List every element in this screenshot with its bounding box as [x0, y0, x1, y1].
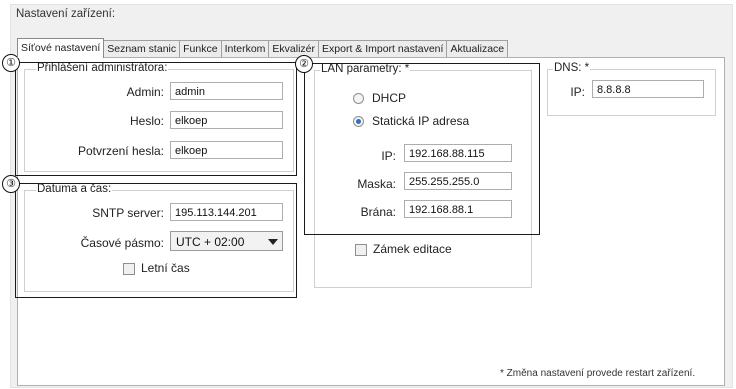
tab-update[interactable]: Aktualizace [446, 40, 509, 58]
annotation-number-3: ③ [2, 175, 20, 193]
restart-footnote: * Změna nastavení provede restart zaříze… [500, 368, 696, 379]
annotation-number-2: ② [295, 55, 313, 73]
tab-functions[interactable]: Funkce [179, 40, 222, 58]
dns-ip-field[interactable]: 8.8.8.8 [592, 80, 704, 98]
page-title: Nastavení zařízení: [16, 8, 116, 20]
annotation-box-1 [15, 62, 297, 176]
tab-station-list[interactable]: Seznam stanic [103, 40, 181, 58]
annotation-box-2 [304, 63, 540, 235]
tab-intercom[interactable]: Interkom [220, 40, 270, 58]
edit-lock-checkbox[interactable] [355, 244, 367, 256]
tab-export-import[interactable]: Export & Import nastavení [318, 40, 448, 58]
tab-bar: Síťové nastavení Seznam stanic Funkce In… [17, 38, 509, 58]
dns-ip-label: IP: [570, 85, 585, 99]
tab-equalizer[interactable]: Ekvalizér [268, 40, 320, 58]
edit-lock-label: Zámek editace [373, 242, 452, 256]
tab-network-settings[interactable]: Síťové nastavení [17, 38, 105, 58]
dns-legend: DNS: * [553, 62, 591, 74]
annotation-box-3 [15, 183, 297, 298]
